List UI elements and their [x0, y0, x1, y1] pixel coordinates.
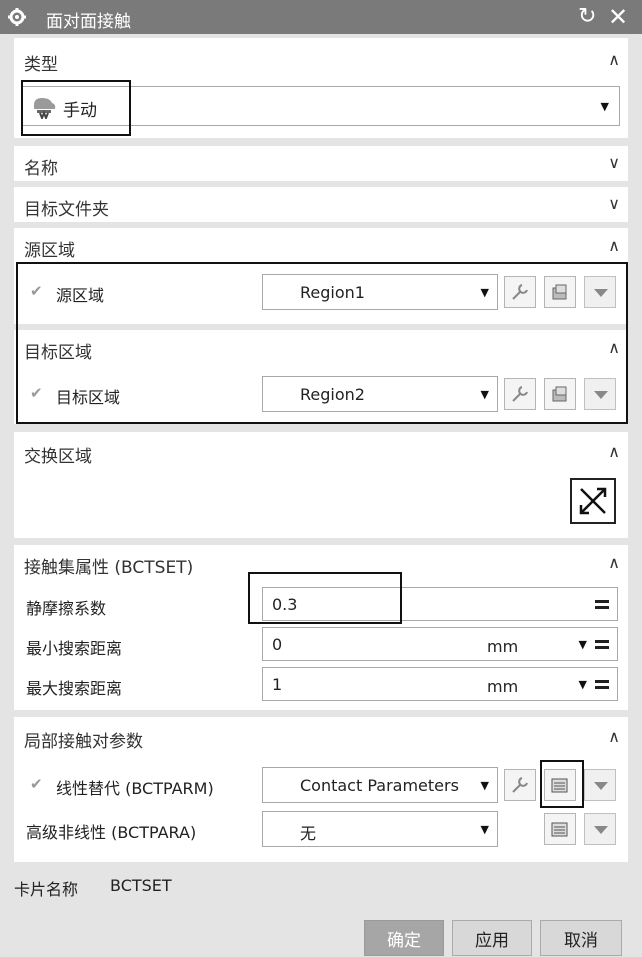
- reset-icon[interactable]: ↻: [578, 4, 596, 29]
- min-search-value: 0: [272, 635, 283, 654]
- highlight-box: [248, 572, 402, 624]
- source-header: 源区域: [24, 241, 75, 261]
- title-bar: 面对面接触 ↻ ✕: [0, 0, 642, 34]
- highlight-box: [21, 80, 131, 136]
- type-header: 类型: [24, 55, 58, 75]
- static-friction-label: 静摩擦系数: [26, 599, 107, 618]
- chevron-up-icon[interactable]: ∧: [608, 442, 620, 461]
- wrench-icon: [512, 777, 528, 793]
- min-search-unit[interactable]: mm: [487, 637, 518, 656]
- checkmark-icon: ✔: [30, 775, 43, 793]
- folder-section[interactable]: 目标文件夹 ∨: [14, 187, 628, 222]
- contact-set-section: 接触集属性 (BCTSET) ∧ 静摩擦系数 0.3 最小搜索距离 0 mm ▼…: [14, 545, 628, 710]
- folder-header: 目标文件夹: [24, 200, 109, 220]
- window-title: 面对面接触: [46, 12, 131, 32]
- create-params-button[interactable]: [544, 813, 576, 845]
- equals-icon[interactable]: [595, 640, 609, 649]
- max-search-unit[interactable]: mm: [487, 677, 518, 696]
- more-options-button[interactable]: [584, 769, 616, 801]
- swap-regions-button[interactable]: [570, 478, 616, 524]
- swap-arrows-icon: [579, 487, 607, 515]
- dropdown-arrow-icon: ▼: [480, 823, 489, 836]
- linear-label: 线性替代 (BCTPARM): [56, 779, 214, 798]
- swap-header: 交换区域: [24, 447, 92, 467]
- chevron-up-icon[interactable]: ∧: [608, 50, 620, 69]
- chevron-up-icon[interactable]: ∧: [608, 553, 620, 572]
- max-search-input[interactable]: 1 mm ▼: [262, 667, 618, 701]
- highlight-box: [540, 760, 584, 808]
- apply-button[interactable]: 应用: [452, 920, 532, 956]
- dropdown-arrow-icon: ▼: [480, 779, 489, 792]
- ok-button[interactable]: 确定: [364, 920, 444, 956]
- unit-dropdown-icon[interactable]: ▼: [579, 678, 587, 691]
- local-params-header: 局部接触对参数: [24, 732, 143, 752]
- nonlinear-params-select[interactable]: 无 ▼: [262, 811, 498, 847]
- unit-dropdown-icon[interactable]: ▼: [579, 638, 587, 651]
- chevron-up-icon[interactable]: ∧: [608, 727, 620, 746]
- local-params-section: 局部接触对参数 ∧ ✔ 线性替代 (BCTPARM) Contact Param…: [14, 717, 628, 862]
- equals-icon[interactable]: [595, 680, 609, 689]
- wrench-button[interactable]: [504, 769, 536, 801]
- name-header: 名称: [24, 159, 58, 179]
- more-options-button[interactable]: [584, 813, 616, 845]
- highlight-box: [16, 262, 628, 424]
- linear-params-value: Contact Parameters: [300, 776, 459, 795]
- nonlinear-label: 高级非线性 (BCTPARA): [26, 823, 197, 842]
- max-search-label: 最大搜索距离: [26, 679, 123, 698]
- close-icon[interactable]: ✕: [608, 3, 628, 31]
- contact-set-header: 接触集属性 (BCTSET): [24, 558, 194, 578]
- min-search-input[interactable]: 0 mm ▼: [262, 627, 618, 661]
- min-search-label: 最小搜索距离: [26, 639, 123, 658]
- linear-params-select[interactable]: Contact Parameters ▼: [262, 767, 498, 803]
- create-params-icon: [551, 822, 568, 837]
- max-search-value: 1: [272, 675, 283, 694]
- chevron-down-icon[interactable]: ∨: [608, 194, 620, 213]
- name-section[interactable]: 名称 ∨: [14, 146, 628, 181]
- gear-icon[interactable]: [8, 8, 26, 26]
- cancel-button[interactable]: 取消: [540, 920, 622, 956]
- dropdown-arrow-icon: ▼: [600, 100, 609, 113]
- nonlinear-params-value: 无: [300, 824, 317, 843]
- chevron-down-icon[interactable]: ∨: [608, 153, 620, 172]
- equals-icon[interactable]: [595, 600, 609, 609]
- swap-section: 交换区域 ∧: [14, 432, 628, 538]
- chevron-up-icon[interactable]: ∧: [608, 236, 620, 255]
- card-name-value: BCTSET: [110, 876, 172, 895]
- card-name-label: 卡片名称: [14, 880, 79, 899]
